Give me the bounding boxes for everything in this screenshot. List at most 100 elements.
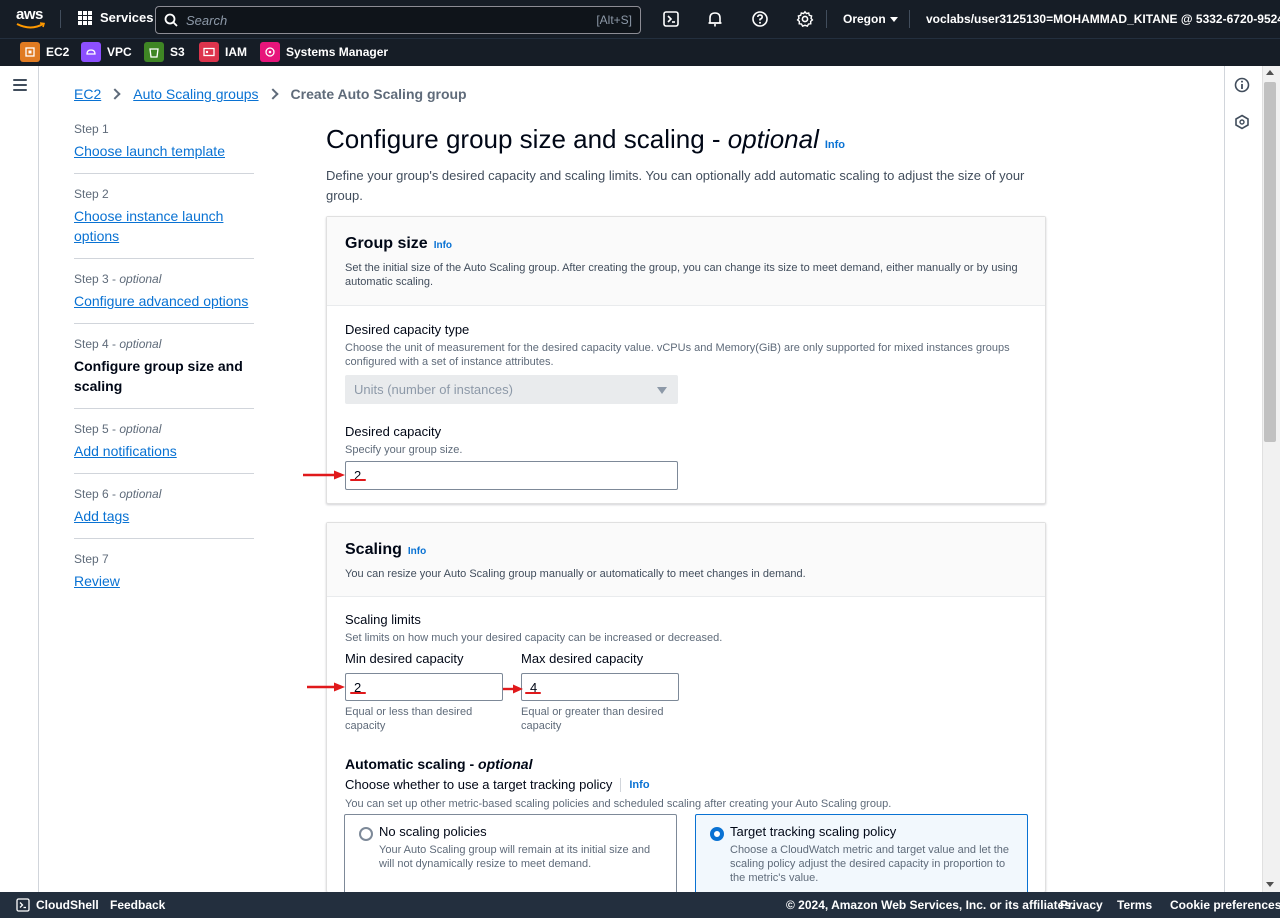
annotation-arrow-icon [503, 684, 523, 694]
desired-capacity-input[interactable]: 2 [345, 461, 678, 490]
panel-body: Scaling limits Set limits on how much yo… [327, 597, 1045, 827]
page-title: Configure group size and scaling - optio… [326, 124, 846, 154]
aws-logo[interactable]: aws [16, 6, 48, 30]
favorite-label: Systems Manager [286, 45, 389, 59]
copyright-text: © 2024, Amazon Web Services, Inc. or its… [786, 898, 1075, 912]
step-number: Step 4 - optional [74, 337, 162, 351]
aws-logo-text: aws [16, 6, 43, 23]
info-link[interactable]: Info [825, 139, 845, 151]
step-number: Step 7 [74, 552, 109, 566]
breadcrumb-current: Create Auto Scaling group [290, 86, 467, 102]
step-link-review[interactable]: Review [74, 571, 254, 591]
divider [74, 258, 254, 259]
breadcrumb: EC2 Auto Scaling groups Create Auto Scal… [74, 86, 467, 102]
privacy-link[interactable]: Privacy [1060, 898, 1103, 912]
favorite-s3[interactable]: S3 [144, 42, 185, 62]
divider [74, 473, 254, 474]
nav-divider [60, 10, 61, 28]
scrollbar-thumb[interactable] [1264, 82, 1276, 442]
target-tracking-option[interactable]: Target tracking scaling policy Choose a … [695, 814, 1028, 894]
s3-icon [144, 42, 164, 62]
cloudshell-label: CloudShell [36, 898, 99, 912]
help-icon[interactable] [751, 10, 769, 28]
step-link-add-tags[interactable]: Add tags [74, 506, 254, 526]
scroll-down-icon[interactable] [1266, 882, 1274, 887]
favorite-label: IAM [225, 45, 247, 59]
panel-title: Scaling Info [345, 541, 427, 558]
divider [74, 323, 254, 324]
field-hint: Equal or less than desired capacity [345, 706, 473, 732]
field-label: Choose whether to use a target tracking … [345, 777, 650, 793]
group-size-panel: Group size Info Set the initial size of t… [326, 216, 1046, 504]
automatic-scaling-heading: Automatic scaling - optional [345, 756, 533, 772]
option-description: Your Auto Scaling group will remain at i… [379, 844, 651, 870]
step-link-add-notifications[interactable]: Add notifications [74, 441, 254, 461]
favorite-ec2[interactable]: EC2 [20, 42, 69, 62]
search-placeholder: Search [186, 12, 228, 28]
step-number: Step 6 - optional [74, 487, 162, 501]
cloudshell-icon[interactable] [662, 10, 680, 28]
step-current-configure-group-size: Configure group size and scaling [74, 358, 243, 394]
resources-icon[interactable] [1234, 114, 1250, 130]
radio-button[interactable] [359, 827, 373, 841]
divider [74, 538, 254, 539]
ec2-icon [20, 42, 40, 62]
field-label: Max desired capacity [521, 651, 644, 666]
search-shortcut: [Alt+S] [596, 13, 632, 27]
step-link-choose-instance-launch-options[interactable]: Choose instance launch options [74, 206, 254, 246]
option-description: Choose a CloudWatch metric and target va… [730, 844, 1010, 884]
feedback-link[interactable]: Feedback [110, 898, 165, 912]
account-menu[interactable]: voclabs/user3125130=MOHAMMAD_KITANE @ 53… [926, 12, 1280, 26]
field-hint: Specify your group size. [345, 444, 463, 456]
region-selector[interactable]: Oregon [843, 12, 898, 26]
services-menu-button[interactable]: Services [78, 10, 154, 25]
breadcrumb-auto-scaling-groups[interactable]: Auto Scaling groups [133, 86, 258, 102]
info-link[interactable]: Info [408, 546, 426, 557]
info-link[interactable]: Info [434, 240, 452, 251]
favorite-systems-manager[interactable]: Systems Manager [260, 42, 388, 62]
terms-link[interactable]: Terms [1117, 898, 1152, 912]
search-icon [164, 13, 178, 27]
field-label: Desired capacity [345, 424, 442, 439]
no-scaling-policies-option[interactable]: No scaling policies Your Auto Scaling gr… [344, 814, 677, 894]
favorite-iam[interactable]: IAM [199, 42, 247, 62]
settings-icon[interactable] [796, 10, 814, 28]
region-label: Oregon [843, 12, 886, 26]
search-input[interactable]: Search [Alt+S] [155, 6, 641, 34]
field-hint: Equal or greater than desired capacity [521, 706, 664, 732]
panel-header: Scaling Info You can resize your Auto Sca… [327, 523, 1045, 597]
step-link-choose-launch-template[interactable]: Choose launch template [74, 141, 254, 161]
step-7: Step 7 Review [74, 552, 254, 591]
bell-icon[interactable] [706, 10, 724, 28]
panel-title: Group size Info [345, 235, 453, 252]
cloudshell-button[interactable]: CloudShell [16, 898, 99, 912]
grid-icon [78, 10, 92, 25]
step-2: Step 2 Choose instance launch options [74, 187, 254, 246]
breadcrumb-ec2[interactable]: EC2 [74, 86, 101, 102]
info-link[interactable]: Info [629, 777, 649, 793]
systems-manager-icon [260, 42, 280, 62]
favorite-label: EC2 [46, 45, 70, 59]
nav-divider [826, 10, 827, 28]
annotation-underline [350, 692, 366, 694]
step-link-configure-advanced-options[interactable]: Configure advanced options [74, 291, 254, 311]
field-label: Desired capacity type [345, 322, 470, 337]
chevron-right-icon [266, 88, 279, 100]
max-desired-capacity-input[interactable]: 4 [521, 673, 679, 701]
max-capacity-field: Max desired capacity 4 Equal or greater … [521, 651, 679, 733]
cloudshell-icon [16, 898, 30, 912]
cookie-preferences-link[interactable]: Cookie preferences [1170, 898, 1280, 912]
min-desired-capacity-input[interactable]: 2 [345, 673, 503, 701]
favorite-vpc[interactable]: VPC [81, 42, 132, 62]
menu-icon[interactable] [13, 79, 27, 91]
field-label: Min desired capacity [345, 651, 464, 666]
panel-description: Set the initial size of the Auto Scaling… [345, 262, 1018, 288]
min-capacity-field: Min desired capacity 2 Equal or less tha… [345, 651, 503, 733]
scroll-up-icon[interactable] [1266, 70, 1274, 75]
info-panel-icon[interactable] [1234, 77, 1250, 93]
desired-capacity-type-select[interactable]: Units (number of instances) [345, 375, 678, 404]
annotation-underline [350, 479, 366, 481]
radio-button-selected[interactable] [710, 827, 724, 841]
panel-header: Group size Info Set the initial size of t… [327, 217, 1045, 306]
favorite-label: VPC [107, 45, 132, 59]
